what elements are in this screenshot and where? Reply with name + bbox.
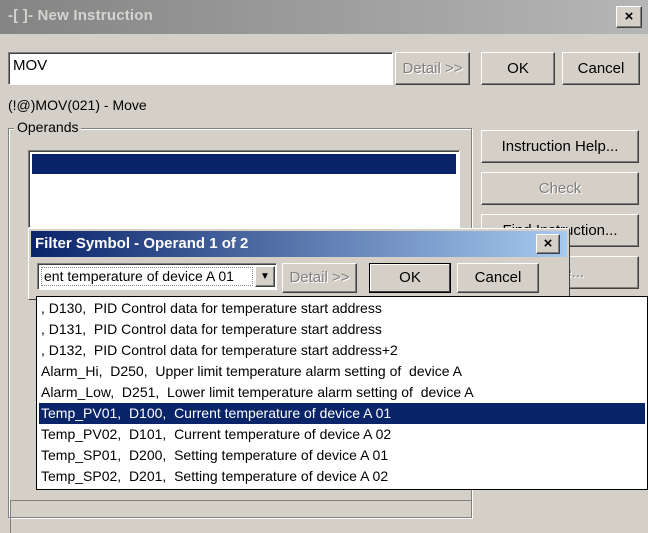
filter-cancel-button[interactable]: Cancel [457, 263, 539, 293]
list-item[interactable]: Temp_SP02, D201, Setting temperature of … [39, 466, 388, 487]
operand-row-selected[interactable] [32, 154, 456, 174]
operands-list[interactable] [28, 150, 460, 228]
list-item[interactable]: , D132, PID Control data for temperature… [39, 340, 398, 361]
instruction-description: (!@)MOV(021) - Move [8, 97, 147, 113]
window-titlebar: -[ ]- New Instruction × [0, 0, 648, 34]
window-title: -[ ]- New Instruction [8, 7, 154, 24]
close-icon: × [624, 8, 634, 25]
filter-close-button[interactable]: × [536, 234, 560, 254]
ok-button[interactable]: OK [481, 52, 555, 85]
symbol-dropdown-list[interactable]: , D130, PID Control data for temperature… [36, 296, 648, 490]
operands-label: Operands [14, 119, 82, 135]
list-item[interactable]: , D131, PID Control data for temperature… [39, 319, 382, 340]
filter-combo-value: ent temperature of device A 01 [41, 267, 253, 286]
filter-ok-button[interactable]: OK [369, 263, 451, 293]
close-icon: × [543, 235, 553, 252]
list-item[interactable]: Alarm_Low, D251, Lower limit temperature… [39, 382, 474, 403]
filter-dialog-title: Filter Symbol - Operand 1 of 2 [35, 235, 249, 252]
filter-dialog-titlebar: Filter Symbol - Operand 1 of 2 × [31, 231, 567, 257]
check-button[interactable]: Check [481, 172, 639, 205]
filter-dialog: Filter Symbol - Operand 1 of 2 × ent tem… [28, 228, 570, 300]
filter-combo[interactable]: ent temperature of device A 01 ▼ [37, 263, 277, 290]
list-item-selected[interactable]: Temp_PV01, D100, Current temperature of … [39, 403, 645, 424]
instruction-input[interactable]: MOV [8, 52, 393, 85]
list-item[interactable]: Temp_PV02, D101, Current temperature of … [39, 424, 391, 445]
status-box [10, 500, 471, 533]
list-item[interactable]: Alarm_Hi, D250, Upper limit temperature … [39, 361, 462, 382]
window-close-button[interactable]: × [616, 6, 642, 28]
list-item[interactable]: , D130, PID Control data for temperature… [39, 298, 382, 319]
instruction-help-button[interactable]: Instruction Help... [481, 130, 639, 163]
chevron-down-icon[interactable]: ▼ [255, 266, 275, 287]
list-item[interactable]: Temp_SP01, D200, Setting temperature of … [39, 445, 388, 466]
instruction-input-value: MOV [13, 57, 48, 74]
filter-detail-button[interactable]: Detail >> [282, 263, 357, 293]
detail-button[interactable]: Detail >> [395, 52, 470, 85]
cancel-button[interactable]: Cancel [562, 52, 640, 85]
